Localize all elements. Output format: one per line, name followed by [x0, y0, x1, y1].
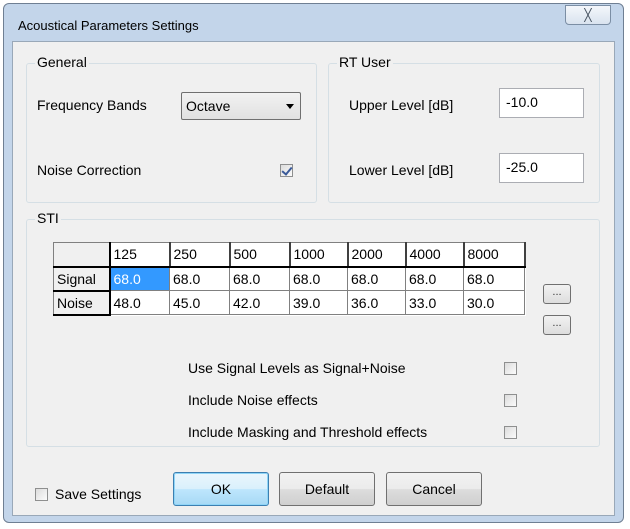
sti-cell[interactable]: 45.0 — [169, 290, 230, 315]
include-masking-label: Include Masking and Threshold effects — [188, 424, 428, 440]
sti-cell[interactable]: 39.0 — [289, 290, 348, 315]
sti-cell[interactable]: 36.0 — [347, 290, 406, 315]
upper-level-value: -10.0 — [506, 94, 538, 110]
rt-user-group: RT User Upper Level [dB] -10.0 Lower Lev… — [328, 54, 600, 203]
rt-user-group-title: RT User — [337, 54, 393, 70]
sti-noise-row: Noise 48.0 45.0 42.0 39.0 36.0 33.0 30.0 — [53, 290, 525, 316]
window-title: Acoustical Parameters Settings — [18, 18, 199, 33]
sti-cell[interactable]: 42.0 — [229, 290, 290, 315]
noise-correction-label: Noise Correction — [37, 162, 142, 178]
include-noise-effects-label: Include Noise effects — [188, 392, 318, 408]
sti-corner-cell — [53, 242, 111, 268]
sti-cell[interactable]: 30.0 — [463, 290, 525, 315]
title-bar[interactable]: Acoustical Parameters Settings ╳ — [4, 4, 623, 42]
general-group-title: General — [35, 54, 89, 70]
lower-level-input[interactable]: -25.0 — [499, 153, 584, 183]
frequency-bands-label: Frequency Bands — [37, 97, 147, 113]
sti-signal-row: Signal 68.0 68.0 68.0 68.0 68.0 68.0 68.… — [53, 266, 525, 292]
sti-table: 125 250 500 1000 2000 4000 8000 Signal 6… — [53, 242, 526, 316]
signal-more-button[interactable]: ... — [543, 284, 571, 304]
sti-column-header: 4000 — [405, 242, 465, 268]
sti-cell[interactable]: 68.0 — [289, 266, 348, 291]
lower-level-label: Lower Level [dB] — [349, 162, 454, 178]
use-signal-levels-label: Use Signal Levels as Signal+Noise — [188, 360, 406, 376]
sti-row-header-signal: Signal — [53, 266, 111, 292]
sti-column-header: 250 — [169, 242, 231, 268]
default-button[interactable]: Default — [279, 472, 375, 506]
sti-cell[interactable]: 68.0 — [347, 266, 406, 291]
sti-column-header: 500 — [229, 242, 291, 268]
noise-more-button[interactable]: ... — [543, 315, 571, 335]
upper-level-input[interactable]: -10.0 — [499, 88, 584, 118]
general-group: General Frequency Bands Octave Noise Cor… — [26, 54, 317, 203]
save-settings-checkbox[interactable] — [35, 488, 48, 501]
sti-cell[interactable]: 68.0 — [169, 266, 230, 291]
frequency-bands-select[interactable]: Octave — [181, 92, 301, 120]
include-noise-effects-checkbox[interactable] — [504, 394, 517, 407]
sti-cell[interactable]: 48.0 — [109, 290, 170, 315]
include-masking-checkbox[interactable] — [504, 426, 517, 439]
sti-column-header: 1000 — [289, 242, 349, 268]
use-signal-levels-checkbox[interactable] — [504, 362, 517, 375]
sti-group-title: STI — [35, 210, 61, 226]
sti-cell[interactable]: 68.0 — [463, 266, 525, 291]
sti-cell[interactable]: 68.0 — [405, 266, 464, 291]
close-icon: ╳ — [584, 8, 592, 22]
sti-cell[interactable]: 33.0 — [405, 290, 464, 315]
noise-correction-checkbox[interactable] — [280, 164, 293, 177]
chevron-down-icon — [286, 104, 294, 109]
frequency-bands-value: Octave — [186, 98, 231, 114]
sti-cell[interactable]: 68.0 — [109, 266, 170, 291]
sti-column-header: 2000 — [347, 242, 407, 268]
sti-row-header-noise: Noise — [53, 290, 111, 316]
cancel-button[interactable]: Cancel — [386, 472, 482, 506]
sti-column-header: 8000 — [463, 242, 526, 268]
sti-cell[interactable]: 68.0 — [229, 266, 290, 291]
lower-level-value: -25.0 — [506, 159, 538, 175]
close-button[interactable]: ╳ — [565, 5, 611, 25]
dialog-client-area: General Frequency Bands Octave Noise Cor… — [12, 41, 615, 516]
upper-level-label: Upper Level [dB] — [349, 97, 454, 113]
sti-column-header: 125 — [109, 242, 171, 268]
sti-header-row: 125 250 500 1000 2000 4000 8000 — [53, 242, 526, 268]
ok-button[interactable]: OK — [173, 472, 269, 506]
dialog-window: Acoustical Parameters Settings ╳ General… — [3, 3, 624, 523]
save-settings-label: Save Settings — [55, 486, 142, 502]
